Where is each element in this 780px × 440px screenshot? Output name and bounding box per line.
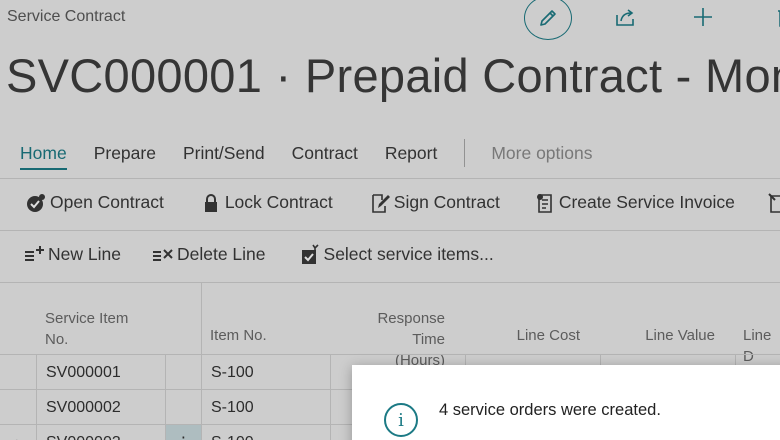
new-button[interactable]: [688, 2, 718, 32]
page-caption: Service Contract: [7, 8, 126, 25]
cell-item-no[interactable]: S-100: [202, 355, 331, 390]
share-icon: [616, 9, 634, 26]
row-marker[interactable]: [0, 355, 37, 390]
select-service-items-button[interactable]: Select service items...: [298, 243, 494, 267]
select-items-icon: [298, 243, 322, 267]
new-line-icon: [22, 243, 46, 267]
edit-button[interactable]: [524, 0, 572, 40]
tab-print-send[interactable]: Print/Send: [183, 143, 265, 164]
select-service-items-label: Select service items...: [323, 244, 494, 264]
lines-actions-row: New Line Delete Line Select service item…: [0, 230, 780, 278]
cell-lookup-selected[interactable]: ⋮: [166, 425, 202, 440]
cell-lookup[interactable]: [166, 355, 202, 390]
header-text: No.: [45, 331, 69, 348]
delete-button[interactable]: [770, 2, 780, 32]
lock-contract-button[interactable]: Lock Contract: [199, 191, 333, 215]
header-text: Service Item: [45, 310, 129, 327]
delete-line-label: Delete Line: [176, 244, 266, 264]
new-line-label: New Line: [48, 244, 121, 264]
tab-divider: [464, 139, 466, 167]
open-contract-label: Open Contract: [50, 192, 164, 212]
pencil-icon: [540, 10, 556, 26]
lock-contract-label: Lock Contract: [224, 192, 333, 212]
create-service-invoice-label: Create Service Invoice: [558, 192, 735, 212]
plus-icon: [694, 8, 712, 26]
invoice-icon: [533, 191, 557, 215]
column-header-line-value[interactable]: Line Value: [625, 325, 715, 346]
trash-icon: [778, 10, 780, 27]
delete-line-icon: [151, 243, 175, 267]
row-marker[interactable]: [0, 390, 37, 425]
cell-item-no[interactable]: S-100: [202, 390, 331, 425]
new-line-button[interactable]: New Line: [22, 243, 121, 267]
create-service-invoice-button[interactable]: Create Service Invoice: [533, 191, 735, 215]
service-contract-page: Service Contract SVC000001 · Prepaid Con…: [0, 0, 780, 440]
header-actions: [520, 0, 780, 40]
more-actions-button[interactable]: [765, 191, 780, 215]
toast-message: 4 service orders were created.: [439, 401, 661, 419]
tab-report[interactable]: Report: [385, 143, 438, 164]
row-marker[interactable]: ›: [0, 425, 37, 440]
tab-contract[interactable]: Contract: [292, 143, 358, 164]
action-tabs: Home Prepare Print/Send Contract Report …: [20, 139, 620, 170]
delete-line-button[interactable]: Delete Line: [151, 243, 266, 267]
tab-home[interactable]: Home: [20, 143, 67, 170]
chevron-right-icon: ›: [15, 434, 20, 440]
column-header-item-no[interactable]: Item No.: [210, 325, 267, 346]
header-text: Response Time: [377, 310, 445, 348]
tab-more-options[interactable]: More options: [491, 143, 592, 164]
lock-icon: [199, 191, 223, 215]
sign-contract-label: Sign Contract: [393, 192, 500, 212]
sign-icon: [368, 191, 392, 215]
notification-toast: i 4 service orders were created.: [352, 365, 780, 440]
open-contract-button[interactable]: Open Contract: [24, 191, 164, 215]
info-icon: i: [384, 403, 418, 437]
cell-lookup[interactable]: [166, 390, 202, 425]
column-header-service-item-no[interactable]: Service Item No.: [45, 308, 128, 350]
sign-contract-button[interactable]: Sign Contract: [368, 191, 500, 215]
home-actions-row: Open Contract Lock Contract Sign Contrac…: [0, 178, 780, 226]
tab-prepare[interactable]: Prepare: [94, 143, 156, 164]
page-title: SVC000001 · Prepaid Contract - Mont: [6, 49, 780, 102]
document-icon: [765, 191, 780, 215]
cell-service-item-no[interactable]: SV000002: [37, 390, 166, 425]
cell-item-no[interactable]: S-100: [202, 425, 331, 440]
cell-service-item-no[interactable]: SV000003: [37, 425, 166, 440]
ellipsis-icon: ⋮: [176, 433, 192, 440]
cell-service-item-no[interactable]: SV000001: [37, 355, 166, 390]
column-header-line-cost[interactable]: Line Cost: [490, 325, 580, 346]
open-contract-icon: [24, 191, 48, 215]
share-button[interactable]: [610, 2, 640, 32]
